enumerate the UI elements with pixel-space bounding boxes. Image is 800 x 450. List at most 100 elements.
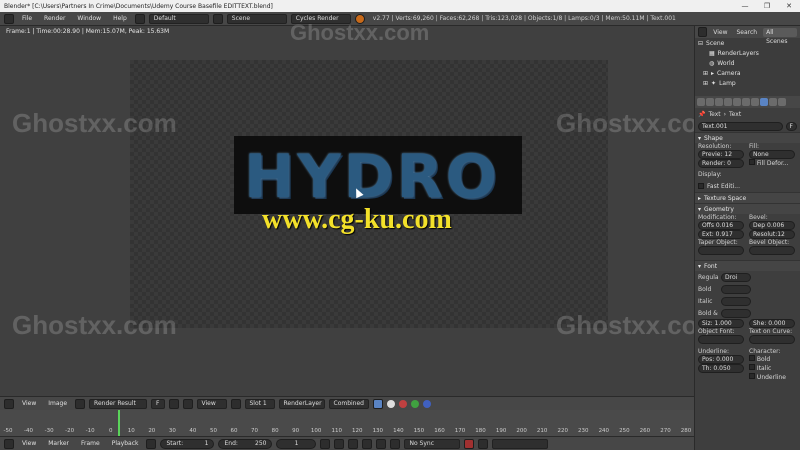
render-resolution-field[interactable]: Render: 0	[698, 159, 744, 168]
layout-grid-icon[interactable]	[134, 13, 145, 24]
scene-dropdown[interactable]: Scene	[226, 13, 287, 24]
record-icon[interactable]	[464, 438, 475, 449]
world-tab-icon[interactable]	[724, 98, 732, 106]
pivot-icon[interactable]	[230, 398, 241, 409]
font-size-field[interactable]: Siz: 1.000	[698, 319, 744, 328]
timeline-editor-type-icon[interactable]	[4, 438, 14, 449]
material-tab-icon[interactable]	[769, 98, 777, 106]
font-shear-field[interactable]: She: 0.000	[749, 319, 795, 328]
shape-panel-header[interactable]: ▾ Shape	[695, 132, 800, 143]
expand-lamp-icon[interactable]: ⊞	[703, 80, 708, 87]
texture-tab-icon[interactable]	[778, 98, 786, 106]
tree-item-world[interactable]: ◍ World	[695, 58, 800, 68]
underline-position-field[interactable]: Pos: 0.000	[698, 355, 744, 364]
outliner-type-icon[interactable]	[698, 27, 708, 37]
image-browse-icon[interactable]	[75, 398, 86, 409]
datablock-fake-user[interactable]: F	[785, 121, 797, 131]
render-pass-dropdown[interactable]: Combined	[328, 398, 369, 409]
image-mode-icon[interactable]	[182, 398, 193, 409]
constraints-tab-icon[interactable]	[742, 98, 750, 106]
image-pin-icon[interactable]	[168, 398, 179, 409]
menu-render[interactable]: Render	[40, 15, 69, 22]
font-panel-header[interactable]: ▾ Font	[695, 260, 800, 271]
menu-frame[interactable]: Frame	[77, 440, 104, 447]
fill-deform-checkbox[interactable]	[749, 159, 755, 165]
render-tab-icon[interactable]	[697, 98, 705, 106]
datablock-name-field[interactable]: Text.001	[698, 121, 783, 131]
start-frame-field[interactable]: Start: 1	[160, 438, 215, 449]
tree-item-lamp[interactable]: ⊞ ✦ Lamp	[695, 78, 800, 88]
next-keyframe-icon[interactable]	[376, 438, 387, 449]
fill-mode-dropdown[interactable]: None	[749, 150, 795, 159]
object-tab-icon[interactable]	[733, 98, 741, 106]
slot-dropdown[interactable]: Slot 1	[244, 398, 275, 409]
font-bold-field[interactable]	[721, 284, 751, 294]
scene-icon[interactable]	[212, 13, 223, 24]
editor-type-icon[interactable]	[4, 13, 14, 24]
keying-set-icon[interactable]	[478, 438, 489, 449]
end-frame-field[interactable]: End: 250	[218, 438, 273, 449]
menu-image[interactable]: Image	[44, 400, 71, 407]
underline-thickness-field[interactable]: Th: 0.050	[698, 364, 744, 373]
font-bolditalic-field[interactable]	[721, 308, 751, 318]
outliner-view-menu[interactable]: View	[710, 28, 730, 37]
menu-marker[interactable]: Marker	[44, 440, 73, 447]
render-layer-dropdown[interactable]: RenderLayer	[278, 398, 325, 409]
tree-item-camera[interactable]: ⊞ ▸ Camera	[695, 68, 800, 78]
keying-set-dropdown[interactable]	[492, 438, 549, 449]
play-reverse-icon[interactable]	[348, 438, 359, 449]
prev-keyframe-icon[interactable]	[334, 438, 345, 449]
char-bold-checkbox[interactable]	[749, 355, 755, 361]
jump-start-icon[interactable]	[320, 438, 331, 449]
display-channels-icon[interactable]	[372, 398, 383, 409]
channel-red-icon[interactable]	[398, 399, 407, 408]
extrude-field[interactable]: Ext: 0.917	[698, 230, 744, 239]
menu-file[interactable]: File	[18, 15, 36, 22]
font-italic-field[interactable]	[721, 296, 751, 306]
current-frame-field[interactable]: 1	[276, 438, 317, 449]
data-tab-icon[interactable]	[760, 98, 768, 106]
expand-camera-icon[interactable]: ⊞	[703, 70, 708, 77]
object-font-field[interactable]	[698, 335, 744, 344]
tree-item-renderlayers[interactable]: ▦ RenderLayers	[695, 48, 800, 58]
layers-tab-icon[interactable]	[706, 98, 714, 106]
play-icon[interactable]	[362, 438, 373, 449]
modifiers-tab-icon[interactable]	[751, 98, 759, 106]
menu-playback[interactable]: Playback	[108, 440, 143, 447]
fake-user-button[interactable]: F	[151, 398, 165, 409]
char-italic-checkbox[interactable]	[749, 364, 755, 370]
image-name-field[interactable]: Render Result	[89, 398, 148, 409]
sync-mode-dropdown[interactable]: No Sync	[404, 438, 461, 449]
preview-resolution-field[interactable]: Previe: 12	[698, 150, 744, 159]
char-underline-checkbox[interactable]	[749, 373, 755, 379]
texture-space-panel-header[interactable]: ▸ Texture Space	[695, 192, 800, 203]
menu-window[interactable]: Window	[73, 15, 105, 22]
menu-timeline-view[interactable]: View	[18, 440, 40, 447]
font-regular-field[interactable]: Droi	[721, 272, 751, 282]
menu-help[interactable]: Help	[109, 15, 131, 22]
pin-icon[interactable]: 📌	[698, 111, 705, 118]
view-mode-dropdown[interactable]: View	[196, 398, 227, 409]
channel-blue-icon[interactable]	[422, 399, 431, 408]
channel-rgb-icon[interactable]	[386, 399, 395, 408]
preview-range-icon[interactable]	[146, 438, 157, 449]
taper-object-field[interactable]	[698, 246, 744, 255]
close-icon[interactable]: ✕	[778, 2, 800, 10]
geometry-panel-header[interactable]: ▾ Geometry	[695, 203, 800, 214]
menu-view[interactable]: View	[18, 400, 40, 407]
jump-end-icon[interactable]	[390, 438, 401, 449]
screen-layout-dropdown[interactable]: Default	[148, 13, 209, 24]
scene-tab-icon[interactable]	[715, 98, 723, 106]
image-editor-viewport[interactable]: Frame:1 | Time:00:28.90 | Mem:15.07M, Pe…	[0, 20, 721, 396]
outliner-search-menu[interactable]: Search	[734, 28, 761, 37]
bevel-depth-field[interactable]: Dep 0.006	[749, 221, 795, 230]
timeline[interactable]: -50 -40 -30 -20 -10 0 10 20 30 40 50 60 70 80 90 100 110…	[0, 410, 694, 436]
offset-field[interactable]: Offs 0.016	[698, 221, 744, 230]
bevel-object-field[interactable]	[749, 246, 795, 255]
maximize-icon[interactable]: ❐	[756, 2, 778, 10]
outliner-display-mode[interactable]: All Scenes	[763, 27, 797, 45]
bevel-resolution-field[interactable]: Resolut:12	[749, 230, 795, 239]
image-editor-type-icon[interactable]	[4, 398, 14, 409]
text-on-curve-field[interactable]	[749, 335, 795, 344]
channel-green-icon[interactable]	[410, 399, 419, 408]
